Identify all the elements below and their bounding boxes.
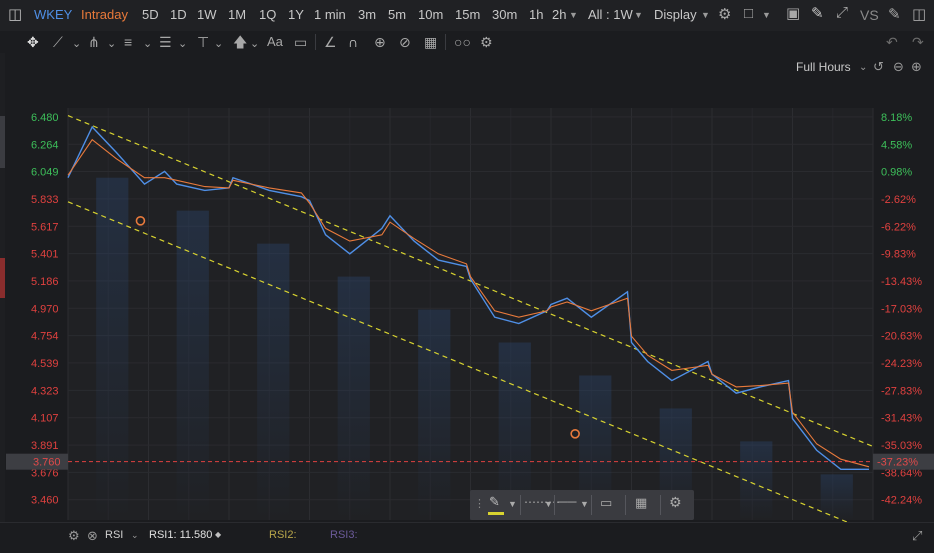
- rsi1-value: RSI1: 11.580: [149, 529, 213, 541]
- bar-divider: [554, 495, 555, 515]
- y-tick-label: 6.049: [31, 167, 59, 179]
- pct-tick-label: -27.83%: [881, 385, 922, 397]
- session-band: [418, 309, 451, 520]
- gear-icon[interactable]: ⚙: [68, 528, 80, 544]
- pct-tick-label: -24.23%: [881, 358, 922, 370]
- pct-tick-label: -17.03%: [881, 303, 922, 315]
- session-band: [257, 243, 290, 521]
- chevron-down-icon[interactable]: ⌄: [131, 530, 139, 541]
- chevron-down-icon[interactable]: ▼: [508, 499, 517, 509]
- chevron-down-icon[interactable]: ▼: [580, 499, 589, 509]
- bar-divider: [591, 495, 592, 515]
- current-pct-label: -37.23%: [877, 457, 918, 469]
- y-tick-label: 4.970: [31, 303, 59, 315]
- diamond-icon: ◆: [215, 530, 222, 539]
- current-price-label: 3.760: [33, 457, 61, 469]
- session-band: [96, 177, 129, 520]
- y-tick-label: 5.401: [31, 249, 59, 261]
- trash-icon[interactable]: ▦: [635, 495, 647, 511]
- bar-divider: [660, 495, 661, 515]
- session-band: [337, 276, 370, 520]
- indicator-name[interactable]: RSI: [105, 529, 123, 541]
- pct-tick-label: -42.24%: [881, 495, 922, 507]
- bar-divider: [520, 495, 521, 515]
- pencil-color-icon[interactable]: ✎: [489, 494, 500, 510]
- y-tick-label: 4.107: [31, 413, 59, 425]
- y-tick-label: 4.323: [31, 385, 59, 397]
- pct-tick-label: -31.43%: [881, 413, 922, 425]
- expand-icon[interactable]: ⤢: [912, 528, 922, 544]
- y-tick-label: 4.754: [31, 331, 59, 343]
- y-tick-label: 3.460: [31, 495, 59, 507]
- pct-tick-label: 4.58%: [881, 139, 912, 151]
- y-tick-label: 5.186: [31, 276, 59, 288]
- pct-tick-label: -2.62%: [881, 194, 916, 206]
- y-tick-label: 5.833: [31, 194, 59, 206]
- session-band: [820, 474, 853, 520]
- chevron-down-icon[interactable]: ▼: [544, 499, 553, 509]
- bar-divider: [625, 495, 626, 515]
- y-tick-label: 3.891: [31, 440, 59, 452]
- color-swatch[interactable]: [488, 512, 504, 515]
- drag-handle-icon[interactable]: ⋮: [474, 497, 485, 510]
- y-tick-label: 4.539: [31, 358, 59, 370]
- price-chart[interactable]: 6.480 8.18% 6.264 4.58% 6.049 0.98% 5.833 -2.62…: [0, 0, 934, 552]
- rsi3-label: RSI3:: [330, 529, 358, 541]
- pct-tick-label: 0.98%: [881, 167, 912, 179]
- indicator-bar: ⚙ ⊗ RSI ⌄ RSI1: 11.580 ◆ RSI2: RSI3: ⤢: [0, 522, 934, 553]
- y-tick-label: 6.264: [31, 139, 59, 151]
- pct-tick-label: -20.63%: [881, 331, 922, 343]
- pct-tick-label: -9.83%: [881, 249, 916, 261]
- drawing-style-bar: ⋮ ✎ ▼ ⋯⋯⋯ ▼ ── ▼ ▭ ▦ ⚙: [470, 490, 694, 520]
- pct-tick-label: -35.03%: [881, 440, 922, 452]
- y-tick-label: 6.480: [31, 112, 59, 124]
- line-width-icon[interactable]: ──: [558, 494, 576, 509]
- pct-tick-label: -6.22%: [881, 221, 916, 233]
- lock-icon[interactable]: ▭: [600, 495, 612, 511]
- y-tick-label: 5.617: [31, 221, 59, 233]
- gear-icon[interactable]: ⚙: [669, 494, 682, 511]
- pct-tick-label: 8.18%: [881, 112, 912, 124]
- pct-tick-label: -13.43%: [881, 276, 922, 288]
- close-icon[interactable]: ⊗: [87, 528, 98, 544]
- rsi2-label: RSI2:: [269, 529, 297, 541]
